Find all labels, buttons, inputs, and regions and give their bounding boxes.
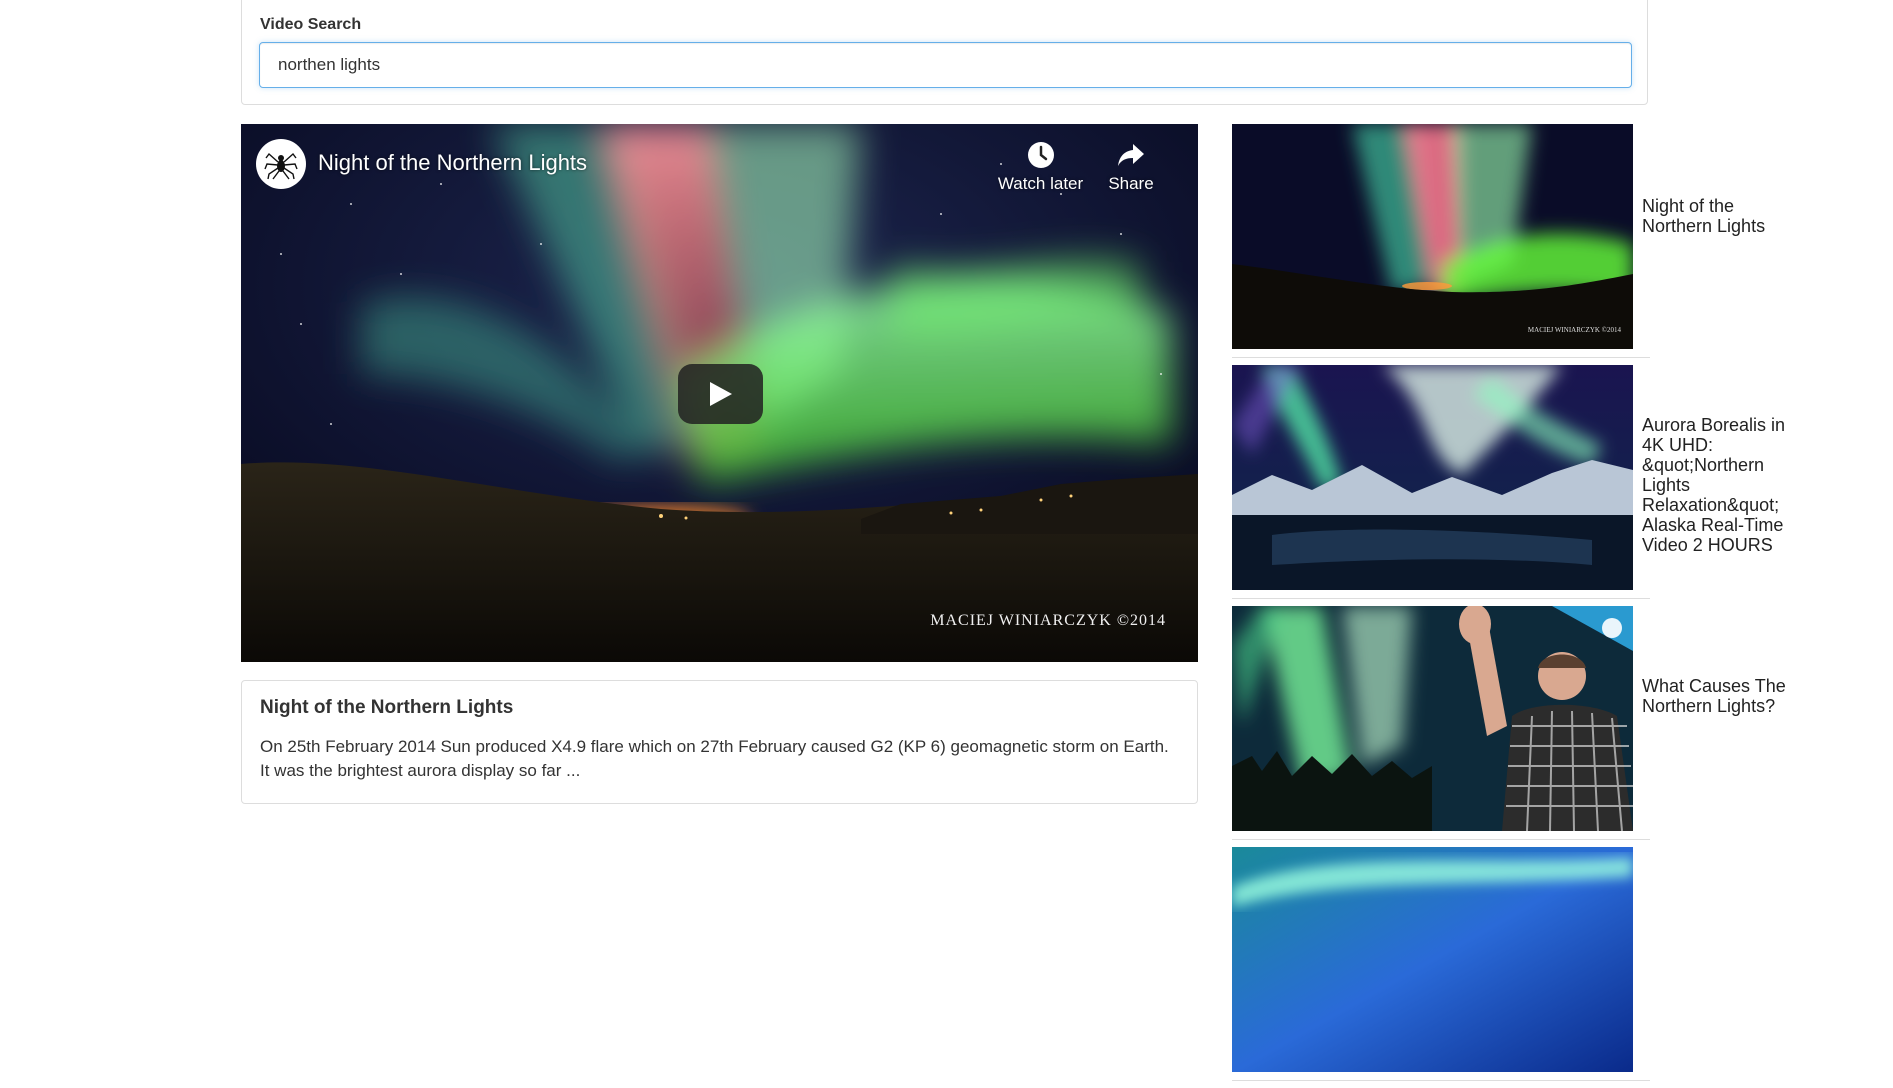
video-watermark: MACIEJ WINIARCZYK ©2014 — [930, 612, 1166, 629]
list-item[interactable] — [1232, 847, 1650, 1081]
spider-icon — [264, 152, 298, 180]
thumbnail-image — [1232, 124, 1633, 349]
channel-avatar[interactable] — [256, 139, 306, 189]
video-title[interactable]: Aurora Borealis in 4K UHD: &quot;Norther… — [1642, 415, 1792, 555]
search-label: Video Search — [260, 16, 362, 33]
play-button[interactable] — [678, 364, 763, 424]
thumbnail-image — [1232, 365, 1633, 590]
video-thumbnail[interactable] — [1232, 847, 1633, 1072]
list-item[interactable]: MACIEJ WINIARCZYK ©2014 Night of the Nor… — [1232, 124, 1765, 358]
player-title[interactable]: Night of the Northern Lights — [318, 150, 587, 176]
share-arrow-icon — [1118, 144, 1144, 166]
video-thumbnail[interactable] — [1232, 365, 1633, 590]
thumbnail-credit: MACIEJ WINIARCZYK ©2014 — [1527, 326, 1621, 334]
details-description: On 25th February 2014 Sun produced X4.9 … — [260, 737, 1169, 780]
details-title: Night of the Northern Lights — [260, 697, 514, 718]
video-thumbnail[interactable] — [1232, 606, 1633, 831]
play-icon — [709, 382, 732, 406]
thumbnail-image — [1232, 606, 1633, 831]
video-list: MACIEJ WINIARCZYK ©2014 Night of the Nor… — [1232, 124, 1786, 1088]
video-title[interactable]: Night of the Northern Lights — [1642, 196, 1792, 236]
watch-later-button[interactable]: Watch later — [993, 140, 1088, 194]
video-thumbnail[interactable]: MACIEJ WINIARCZYK ©2014 — [1232, 124, 1633, 349]
list-item[interactable]: Aurora Borealis in 4K UHD: &quot;Norther… — [1232, 365, 1785, 599]
search-panel: Video Search — [241, 0, 1648, 105]
list-item[interactable]: What Causes The Northern Lights? — [1232, 606, 1786, 840]
clock-icon — [1027, 142, 1054, 168]
watch-later-label: Watch later — [997, 174, 1084, 193]
share-button[interactable]: Share — [1101, 140, 1161, 194]
video-details: Night of the Northern Lights On 25th Feb… — [241, 680, 1198, 804]
search-input[interactable] — [259, 42, 1632, 88]
video-title[interactable]: What Causes The Northern Lights? — [1642, 676, 1792, 716]
thumbnail-image — [1232, 847, 1633, 1072]
share-label: Share — [1108, 174, 1154, 193]
video-player[interactable]: Night of the Northern Lights Watch later… — [241, 124, 1198, 662]
